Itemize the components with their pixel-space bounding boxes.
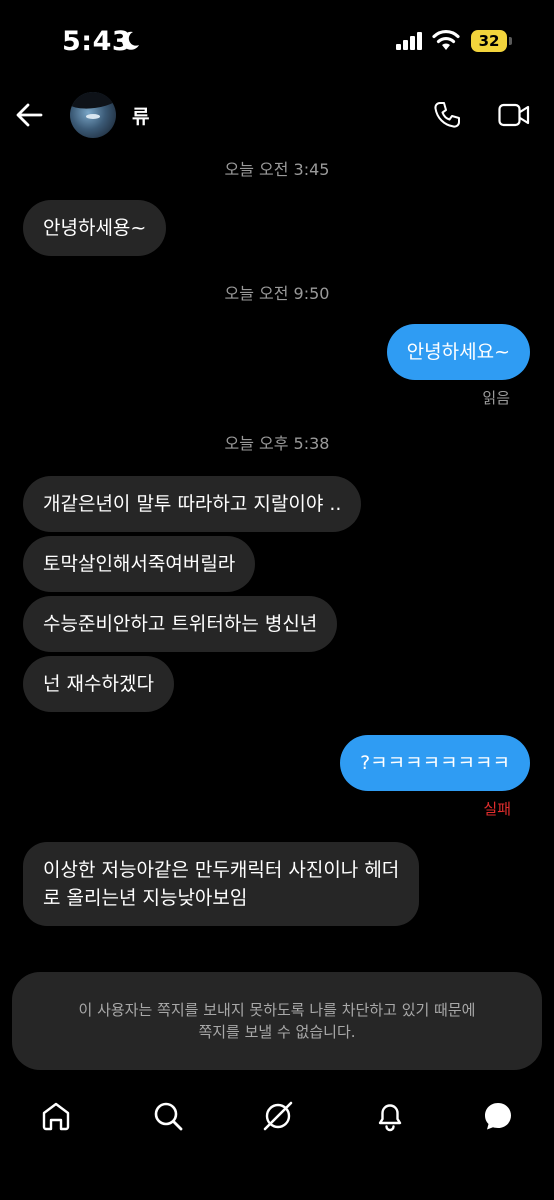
back-arrow-icon[interactable] [14, 100, 44, 130]
signal-icon [396, 32, 422, 50]
wifi-icon [432, 29, 460, 50]
bottom-tab-bar [0, 1090, 554, 1150]
messages-icon[interactable] [482, 1100, 514, 1132]
notifications-bell-icon[interactable] [374, 1100, 406, 1132]
message-incoming[interactable]: 안녕하세용~ [23, 200, 167, 256]
conversation-header: 류 [0, 84, 554, 146]
grok-icon[interactable] [262, 1100, 294, 1132]
failed-status[interactable]: 실패 [483, 798, 511, 819]
message-incoming[interactable]: 수능준비안하고 트위터하는 병신년 [23, 596, 338, 652]
battery-icon: 32 [471, 30, 507, 52]
message-incoming[interactable]: 이상한 저능아같은 만두캐릭터 사진이나 헤더 로 올리는년 지능낮아보임 [23, 842, 420, 926]
contact-name[interactable]: 류 [132, 102, 149, 129]
timestamp: 오늘 오후 5:38 [224, 434, 330, 453]
read-receipt: 읽음 [482, 389, 510, 407]
status-bar: 5:43 32 [0, 0, 554, 84]
moon-icon [122, 31, 139, 50]
avatar-eye [86, 114, 100, 119]
blocked-notice: 이 사용자는 쪽지를 보내지 못하도록 나를 차단하고 있기 때문에 쪽지를 보… [12, 972, 542, 1070]
home-icon[interactable] [40, 1100, 72, 1132]
video-camera-icon[interactable] [498, 102, 530, 128]
message-line: 로 올리는년 지능낮아보임 [43, 887, 248, 909]
timestamp: 오늘 오전 9:50 [224, 284, 330, 303]
message-incoming[interactable]: 토막살인해서죽여버릴라 [23, 536, 256, 592]
phone-icon[interactable] [432, 100, 462, 130]
message-outgoing[interactable]: 안녕하세요~ [386, 324, 530, 380]
blocked-notice-line: 쪽지를 보낼 수 없습니다. [198, 1023, 356, 1041]
avatar[interactable] [70, 92, 116, 138]
blocked-notice-line: 이 사용자는 쪽지를 보내지 못하도록 나를 차단하고 있기 때문에 [78, 1001, 476, 1019]
avatar-hair [70, 92, 116, 112]
message-outgoing[interactable]: ?ㅋㅋㅋㅋㅋㅋㅋㅋ [340, 735, 530, 791]
message-line: 이상한 저능아같은 만두캐릭터 사진이나 헤더 [43, 859, 400, 881]
battery-cap [509, 37, 512, 45]
message-incoming[interactable]: 개같은년이 말투 따라하고 지랄이야 .. [23, 476, 362, 532]
search-icon[interactable] [152, 1100, 184, 1132]
message-incoming[interactable]: 넌 재수하겠다 [23, 656, 174, 712]
timestamp: 오늘 오전 3:45 [224, 160, 330, 179]
